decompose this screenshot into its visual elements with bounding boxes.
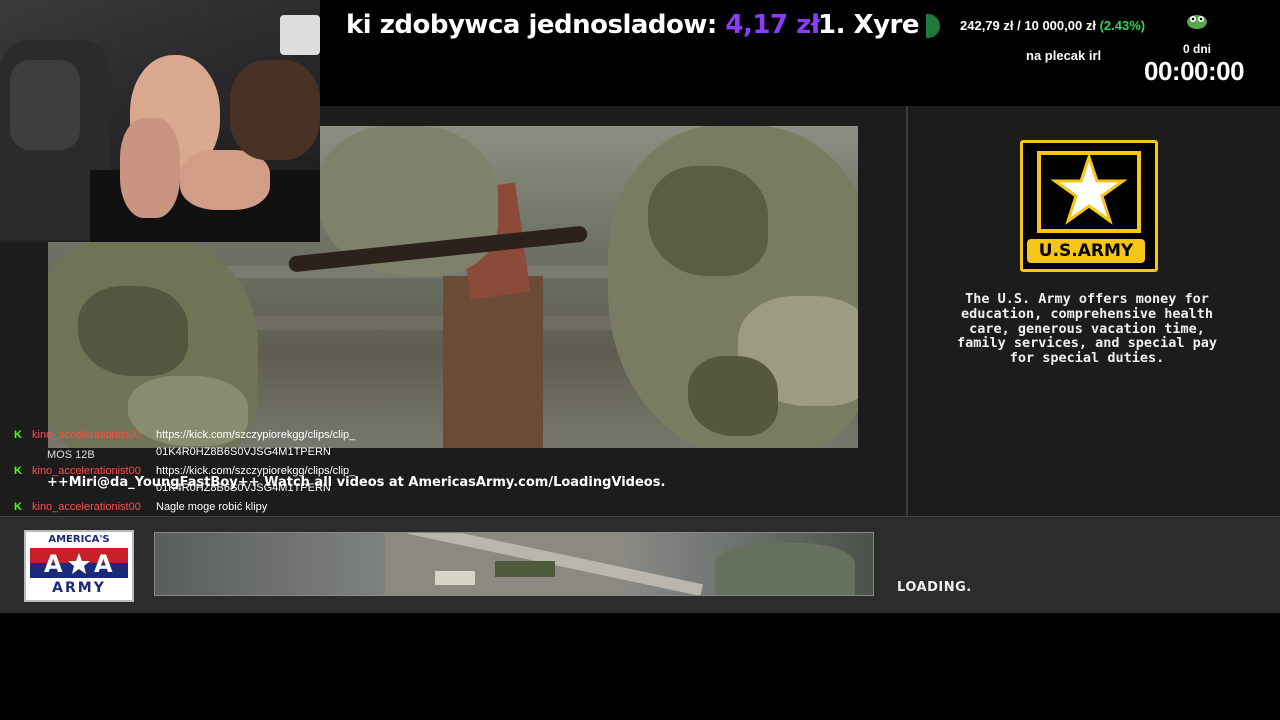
chat-text-line2: 01K4R0HZ8B6S0VJSG4M1TPERN	[156, 446, 331, 458]
goal-label: na plecak irl	[1026, 48, 1102, 63]
loading-label: LOADING.	[897, 580, 972, 595]
chat-text-line2: 01K4R0HZ8B6S0VJSG4M1TPERN	[156, 482, 331, 494]
svg-text:A: A	[44, 550, 63, 578]
kick-icon: K	[14, 501, 22, 513]
webcam-feed	[0, 0, 320, 242]
chat-message: K kino_accelerationist00 https://kick.co…	[14, 465, 355, 494]
aa-logo-emblem: A A	[30, 548, 128, 578]
watch-videos-text: ++Miri@da_YoungFastBoy++ Watch all video…	[47, 475, 665, 490]
us-army-logo: U.S.ARMY	[1020, 140, 1158, 272]
goal-indicator	[926, 14, 940, 38]
video-caption: MOS 12B	[47, 449, 95, 461]
ticker-amount: 4,17 zł	[725, 10, 820, 40]
goal-target: 10 000,00 zł	[1024, 18, 1096, 33]
ticker-text: ki zdobywca jednosladow:	[346, 10, 717, 40]
svg-text:A: A	[94, 550, 113, 578]
chat-username: kino_accelerationist00	[32, 429, 141, 441]
kick-icon: K	[14, 429, 22, 441]
chat-text: Nagle moge robić klipy	[156, 501, 268, 513]
aa-logo-top-text: AMERICA'S	[48, 534, 110, 545]
goal-timer: 00:00:00	[1144, 56, 1245, 86]
army-info-panel: U.S.ARMY The U.S. Army offers money for …	[906, 106, 1280, 516]
map-preview-image	[154, 532, 874, 596]
ticker-segment-2: 1. Xyre	[818, 10, 919, 40]
goal-progress: 242,79 zł / 10 000,00 zł (2.43%)	[960, 18, 1145, 33]
goal-current: 242,79 zł	[960, 18, 1014, 33]
goal-percent: (2.43%)	[1099, 18, 1146, 33]
ticker-segment-1: ki zdobywca jednosladow: 4,17 zł	[346, 10, 820, 40]
goal-days: 0 dni	[1183, 42, 1212, 56]
chat-username: kino_accelerationist00	[32, 465, 141, 477]
aa-star-icon: A A	[44, 550, 113, 578]
americas-army-logo: AMERICA'S A A ARMY	[24, 530, 134, 602]
chat-message: K kino_accelerationist00 Nagle moge robi…	[14, 501, 267, 513]
pepe-emote-icon	[1187, 15, 1207, 29]
army-logo-text: U.S.ARMY	[1027, 239, 1145, 263]
aa-logo-bottom-text: ARMY	[52, 580, 106, 596]
kick-icon: K	[14, 465, 22, 477]
chat-text: https://kick.com/szczypiorekgg/clips/cli…	[156, 429, 356, 441]
chat-text: https://kick.com/szczypiorekgg/clips/cli…	[156, 465, 356, 477]
chat-username: kino_accelerationist00	[32, 501, 141, 513]
goal-separator: /	[1017, 18, 1021, 33]
donation-goal-widget: 242,79 zł / 10 000,00 zł (2.43%) na plec…	[920, 0, 1280, 106]
chat-message: K kino_accelerationist00 https://kick.co…	[14, 429, 355, 458]
star-icon	[1037, 151, 1141, 233]
army-description: The U.S. Army offers money for education…	[956, 291, 1218, 367]
donation-ticker: ki zdobywca jednosladow: 4,17 zł 1. Xyre	[320, 0, 920, 58]
